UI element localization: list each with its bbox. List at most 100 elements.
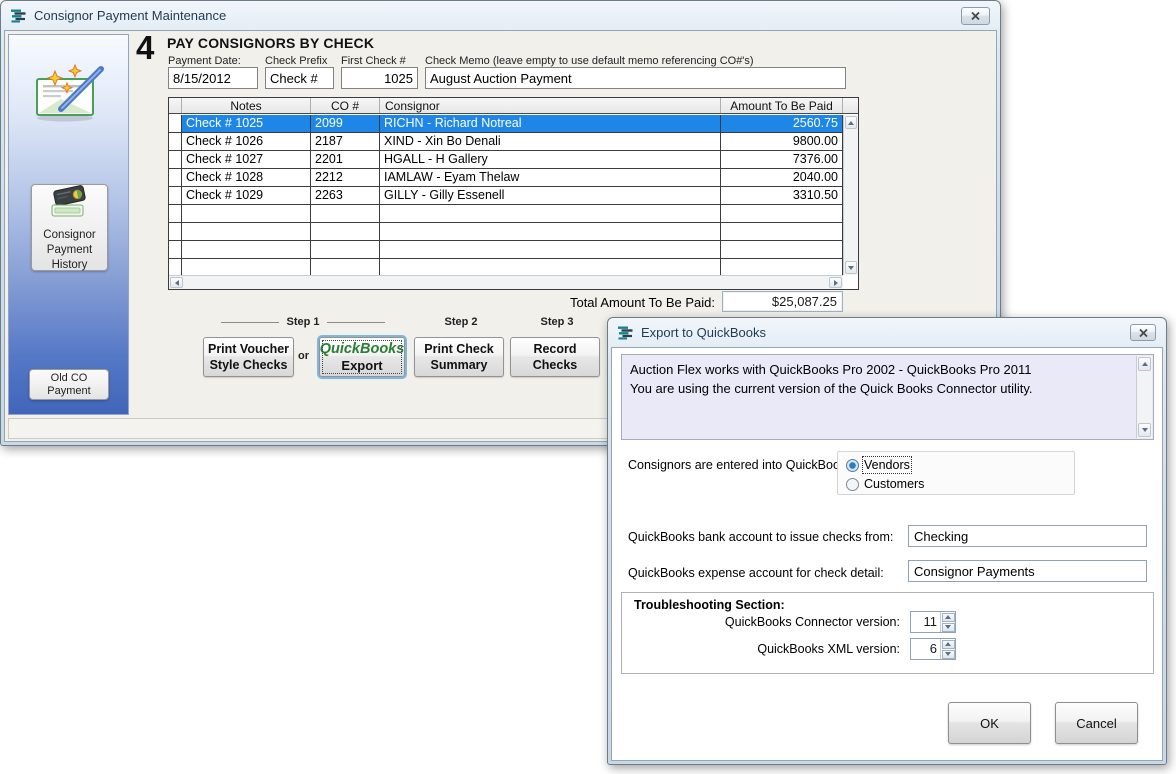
- table-row[interactable]: Check # 10272201HGALL - H Gallery7376.00: [169, 151, 843, 169]
- quickbooks-info-text: Auction Flex works with QuickBooks Pro 2…: [630, 360, 1131, 398]
- spinner-up-button[interactable]: [942, 613, 955, 622]
- scroll-down-button[interactable]: [1138, 423, 1151, 437]
- cell-notes: Check # 1026: [182, 133, 311, 150]
- table-row-empty[interactable]: [169, 259, 843, 275]
- main-titlebar[interactable]: Consignor Payment Maintenance: [1, 1, 1000, 30]
- main-close-button[interactable]: [961, 7, 990, 25]
- cell-amount: [721, 241, 843, 258]
- scroll-up-button[interactable]: [845, 116, 857, 129]
- column-header-consignor[interactable]: Consignor: [380, 98, 721, 113]
- column-header-notes[interactable]: Notes: [182, 98, 311, 113]
- table-row-empty[interactable]: [169, 223, 843, 241]
- record-button-line1: Record: [533, 341, 576, 357]
- page-title: PAY CONSIGNORS BY CHECK: [167, 35, 374, 51]
- scroll-right-button[interactable]: [829, 277, 842, 288]
- vendors-radio-label: Vendors: [864, 458, 910, 472]
- spinner-down-button[interactable]: [942, 650, 955, 659]
- voucher-button-line1: Print Voucher: [208, 341, 289, 357]
- scroll-up-button[interactable]: [1138, 357, 1151, 371]
- cell-co: 2212: [311, 169, 380, 186]
- column-header-amount[interactable]: Amount To Be Paid: [721, 98, 843, 113]
- cell-notes: [182, 241, 311, 258]
- cell-consignor: XIND - Xin Bo Denali: [380, 133, 721, 150]
- cell-consignor: [380, 223, 721, 240]
- check-prefix-label: Check Prefix: [265, 55, 327, 67]
- dialog-titlebar[interactable]: Export to QuickBooks: [608, 318, 1166, 347]
- troubleshooting-section: Troubleshooting Section: QuickBooks Conn…: [621, 592, 1154, 674]
- first-check-input[interactable]: [341, 67, 418, 89]
- print-check-summary-button[interactable]: Print Check Summary: [414, 337, 504, 377]
- old-co-payment-button[interactable]: Old CO Payment: [29, 369, 109, 400]
- history-button-label-2: Payment: [47, 243, 92, 258]
- cell-consignor: GILLY - Gilly Essenell: [380, 187, 721, 204]
- row-indicator: [169, 205, 182, 222]
- xml-version-value: 6: [911, 639, 940, 659]
- arrow-left-icon: [175, 280, 179, 286]
- table-row[interactable]: Check # 10262187XIND - Xin Bo Denali9800…: [169, 133, 843, 151]
- connector-spinner-arrows: [940, 612, 955, 632]
- customers-radio-label: Customers: [864, 477, 924, 491]
- scroll-left-button[interactable]: [170, 277, 183, 288]
- summary-button-line1: Print Check: [424, 341, 493, 357]
- table-row-empty[interactable]: [169, 241, 843, 259]
- vendors-radio-option[interactable]: Vendors: [846, 458, 910, 472]
- connector-version-value: 11: [911, 612, 940, 632]
- payment-date-input[interactable]: [168, 67, 258, 89]
- app-icon: [617, 325, 634, 341]
- row-indicator: [169, 187, 182, 204]
- app-icon: [10, 8, 27, 24]
- payments-table-header: Notes CO # Consignor Amount To Be Paid: [169, 98, 858, 114]
- table-row-empty[interactable]: [169, 205, 843, 223]
- cancel-button-label: Cancel: [1076, 716, 1116, 731]
- spinner-down-button[interactable]: [942, 623, 955, 632]
- xml-version-spinner[interactable]: 6: [910, 638, 956, 660]
- row-indicator: [169, 133, 182, 150]
- cell-notes: [182, 205, 311, 222]
- table-horizontal-scrollbar[interactable]: [169, 275, 843, 289]
- column-header-co[interactable]: CO #: [311, 98, 380, 113]
- table-vertical-scrollbar[interactable]: [843, 115, 858, 275]
- print-voucher-style-checks-button[interactable]: Print Voucher Style Checks: [203, 337, 294, 377]
- check-memo-input[interactable]: [425, 67, 846, 89]
- dialog-close-button[interactable]: [1130, 324, 1156, 341]
- quickbooks-export-button[interactable]: QuickBooks Export: [319, 337, 405, 377]
- connector-version-label: QuickBooks Connector version:: [652, 615, 900, 629]
- expense-account-input[interactable]: [908, 560, 1147, 582]
- troubleshooting-title: Troubleshooting Section:: [634, 598, 785, 612]
- table-row[interactable]: Check # 10282212IAMLAW - Eyam Thelaw2040…: [169, 169, 843, 187]
- bank-account-input[interactable]: [908, 525, 1147, 547]
- cell-amount: 9800.00: [721, 133, 843, 150]
- consignor-payment-history-button[interactable]: Consignor Payment History: [31, 184, 108, 271]
- cell-consignor: HGALL - H Gallery: [380, 151, 721, 168]
- check-prefix-input[interactable]: [265, 67, 334, 89]
- radio-unselected-icon[interactable]: [846, 478, 859, 491]
- row-indicator: [169, 241, 182, 258]
- spinner-up-button[interactable]: [942, 640, 955, 649]
- cell-consignor: IAMLAW - Eyam Thelaw: [380, 169, 721, 186]
- table-row[interactable]: Check # 10292263GILLY - Gilly Essenell33…: [169, 187, 843, 205]
- cancel-button[interactable]: Cancel: [1055, 702, 1138, 744]
- connector-version-spinner[interactable]: 11: [910, 611, 956, 633]
- dialog-client-area: Auction Flex works with QuickBooks Pro 2…: [611, 347, 1163, 761]
- customers-radio-option[interactable]: Customers: [846, 477, 924, 491]
- cell-notes: Check # 1029: [182, 187, 311, 204]
- ok-button[interactable]: OK: [948, 702, 1031, 744]
- radio-selected-icon[interactable]: [846, 459, 859, 472]
- scroll-down-button[interactable]: [845, 261, 857, 274]
- quickbooks-button-line1: QuickBooks: [320, 341, 405, 358]
- info-scrollbar[interactable]: [1136, 356, 1152, 438]
- checkbook-icon: [48, 184, 92, 225]
- ok-button-label: OK: [980, 716, 999, 731]
- table-row[interactable]: Check # 10252099RICHN - Richard Notreal2…: [169, 115, 843, 133]
- first-check-label: First Check #: [341, 55, 406, 67]
- record-button-line2: Checks: [533, 357, 577, 373]
- history-button-label-3: History: [52, 258, 88, 273]
- check-wizard-icon: [31, 61, 109, 127]
- arrow-right-icon: [834, 280, 838, 286]
- step-number: 4: [136, 29, 154, 67]
- cell-co: 2263: [311, 187, 380, 204]
- cell-notes: [182, 259, 311, 275]
- export-quickbooks-dialog: Export to QuickBooks Auction Flex works …: [607, 317, 1167, 765]
- row-indicator: [169, 169, 182, 186]
- record-checks-button[interactable]: Record Checks: [510, 337, 600, 377]
